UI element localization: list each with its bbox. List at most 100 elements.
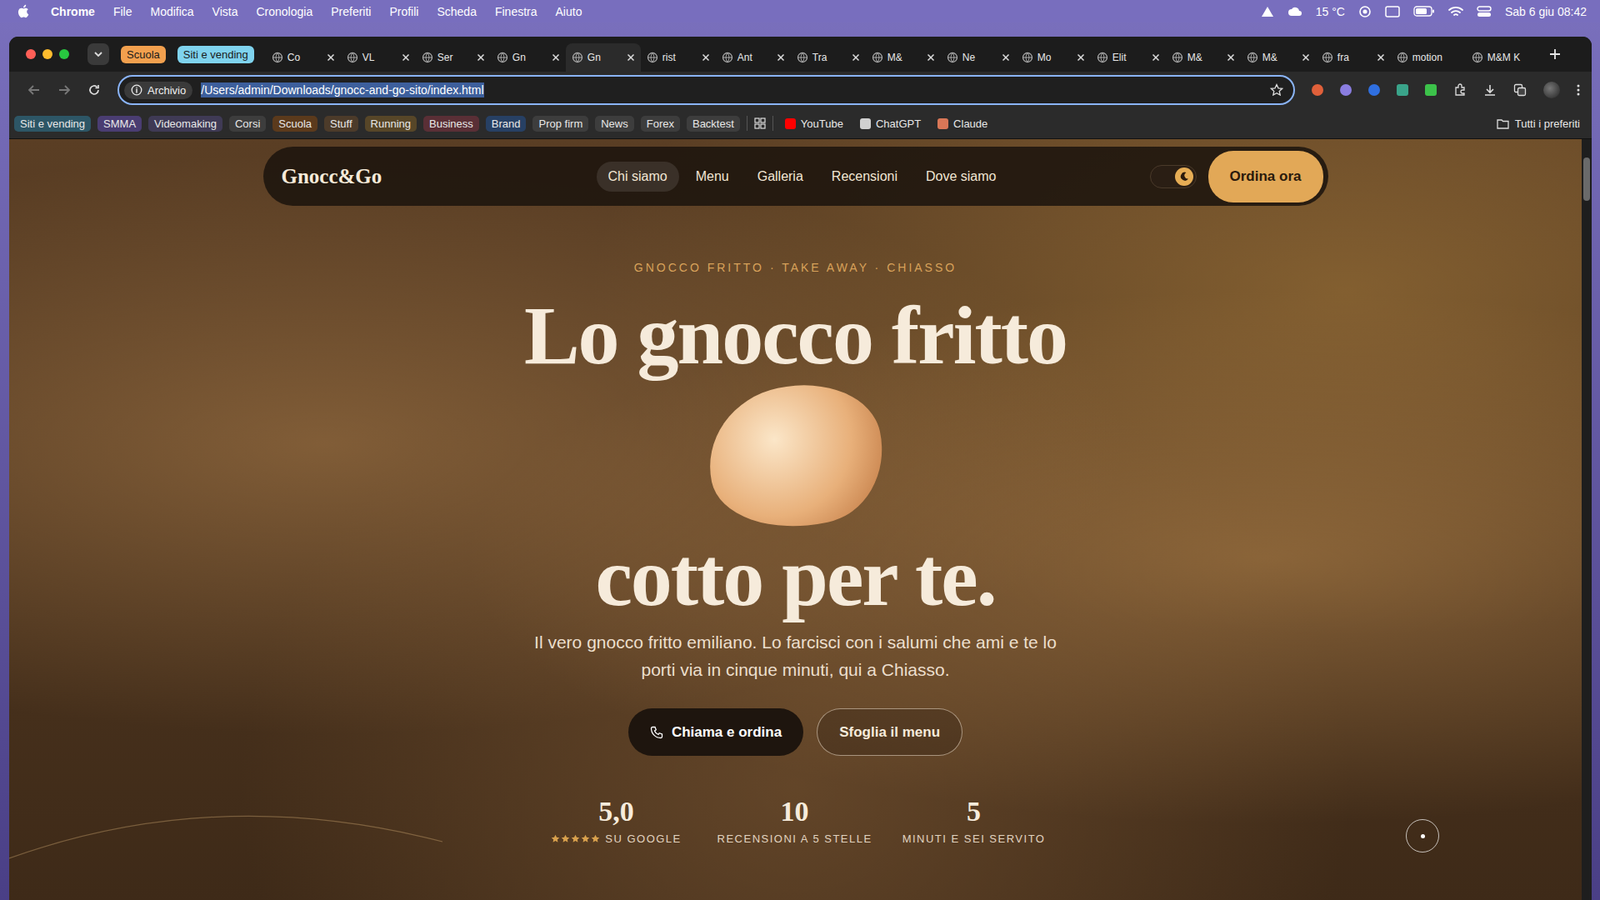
scrollbar[interactable] — [1581, 139, 1592, 900]
close-icon[interactable] — [926, 53, 935, 62]
hero-button[interactable]: Chiama e ordina — [628, 708, 804, 756]
bookmark-folder[interactable]: Brand — [485, 115, 527, 132]
apps-grid-icon[interactable] — [754, 117, 766, 130]
bookmark-folder[interactable]: Corsi — [229, 115, 266, 132]
tab-search-button[interactable] — [87, 43, 110, 65]
tab[interactable]: motion — [1390, 43, 1466, 72]
site-info-chip[interactable]: Archivio — [124, 81, 193, 100]
all-bookmarks[interactable]: Tutti i preferiti — [1496, 117, 1580, 130]
theme-toggle[interactable] — [1150, 165, 1197, 189]
order-button[interactable]: Ordina ora — [1208, 150, 1324, 203]
nav-link[interactable]: Chi siamo — [596, 161, 680, 192]
drive-icon[interactable] — [1260, 5, 1275, 18]
close-icon[interactable] — [626, 53, 635, 62]
tab[interactable]: Co — [265, 43, 341, 72]
cloud-icon[interactable] — [1287, 6, 1303, 17]
apple-icon[interactable] — [16, 4, 30, 19]
scroll-indicator[interactable] — [1405, 819, 1440, 853]
extension-icon[interactable] — [1425, 84, 1437, 96]
logo[interactable]: Gnocc&Go — [281, 165, 597, 189]
menu-item[interactable]: Preferiti — [330, 5, 371, 19]
extension-icon[interactable] — [1311, 84, 1324, 96]
menu-item[interactable]: Scheda — [436, 5, 476, 19]
tab[interactable]: M&M K — [1465, 43, 1541, 72]
scroll-thumb[interactable] — [1583, 157, 1590, 201]
tab[interactable]: M& — [1165, 43, 1241, 72]
back-icon[interactable] — [27, 83, 41, 97]
extension-icon[interactable] — [1340, 84, 1352, 96]
airdrop-icon[interactable] — [1358, 5, 1372, 19]
tab[interactable]: Tra — [790, 43, 866, 72]
tab[interactable]: VL — [340, 43, 416, 72]
menu-item[interactable]: Cronologia — [255, 5, 313, 19]
tab[interactable]: M& — [1240, 43, 1316, 72]
more-icon[interactable] — [1576, 83, 1580, 97]
menu-item[interactable]: Profili — [389, 5, 419, 19]
battery-icon[interactable] — [1413, 5, 1435, 17]
tab[interactable]: M& — [865, 43, 941, 72]
bookmark-link[interactable]: YouTube — [780, 117, 849, 130]
profile-avatar[interactable] — [1543, 81, 1560, 99]
menu-item[interactable]: File — [113, 5, 133, 19]
bookmark-folder[interactable]: Stuff — [324, 115, 359, 132]
nav-link[interactable]: Galleria — [745, 161, 815, 192]
close-icon[interactable] — [1226, 53, 1235, 62]
close-icon[interactable] — [326, 53, 335, 62]
minimize-button[interactable] — [42, 49, 53, 60]
weather[interactable]: 15 °C — [1315, 5, 1345, 19]
bookmark-link[interactable]: ChatGPT — [855, 117, 926, 130]
extension-icon[interactable] — [1368, 84, 1380, 96]
tab[interactable]: Ant — [715, 43, 791, 72]
forward-icon[interactable] — [57, 83, 71, 97]
tab[interactable]: Gn — [565, 43, 641, 72]
zoom-button[interactable] — [59, 49, 70, 60]
nav-link[interactable]: Dove siamo — [914, 161, 1008, 192]
tab-group-chip[interactable]: Siti e vending — [177, 45, 255, 64]
bookmark-folder[interactable]: Siti e vending — [14, 115, 91, 132]
address-bar[interactable]: Archivio /Users/admin/Downloads/gnocc-an… — [117, 75, 1295, 105]
translate-icon[interactable] — [1513, 83, 1527, 97]
hero-button[interactable]: Sfoglia il menu — [816, 708, 963, 756]
tab[interactable]: Gn — [490, 43, 566, 72]
tab-group-chip[interactable]: Scuola — [120, 45, 166, 64]
bookmark-folder[interactable]: Business — [423, 115, 480, 132]
bookmark-folder[interactable]: Backtest — [686, 115, 740, 132]
close-window-button[interactable] — [25, 49, 36, 60]
menu-item[interactable]: Modifica — [150, 5, 194, 19]
menu-item[interactable]: Aiuto — [555, 5, 583, 19]
bookmark-folder[interactable]: Forex — [640, 115, 680, 132]
close-icon[interactable] — [551, 53, 560, 62]
control-center-icon[interactable] — [1476, 5, 1492, 18]
close-icon[interactable] — [1151, 53, 1160, 62]
extension-icon[interactable] — [1396, 84, 1409, 96]
app-menu[interactable]: Chrome — [50, 5, 95, 19]
bookmark-folder[interactable]: Running — [365, 115, 417, 132]
bookmark-link[interactable]: Claude — [932, 117, 993, 130]
bookmark-folder[interactable]: Videomaking — [148, 115, 223, 132]
wifi-icon[interactable] — [1448, 5, 1464, 18]
close-icon[interactable] — [401, 53, 410, 62]
screen-icon[interactable] — [1385, 5, 1400, 18]
menu-item[interactable]: Finestra — [495, 5, 538, 19]
nav-link[interactable]: Recensioni — [820, 161, 910, 192]
tab[interactable]: Elit — [1090, 43, 1166, 72]
close-icon[interactable] — [1001, 53, 1010, 62]
plus-icon[interactable] — [1549, 48, 1561, 60]
reload-icon[interactable] — [87, 83, 101, 97]
tab[interactable]: Ne — [940, 43, 1016, 72]
close-icon[interactable] — [1301, 53, 1310, 62]
bookmark-folder[interactable]: Scuola — [272, 115, 318, 132]
bookmark-folder[interactable]: Prop firm — [532, 115, 589, 132]
close-icon[interactable] — [701, 53, 710, 62]
tab[interactable]: rist — [640, 43, 716, 72]
download-icon[interactable] — [1483, 83, 1497, 97]
bookmark-folder[interactable]: News — [595, 115, 635, 132]
bookmark-star-icon[interactable] — [1270, 83, 1284, 97]
puzzle-icon[interactable] — [1453, 83, 1467, 97]
close-icon[interactable] — [776, 53, 785, 62]
url-text[interactable]: /Users/admin/Downloads/gnocc-and-go-sito… — [200, 82, 484, 98]
tab[interactable]: Ser — [415, 43, 491, 72]
close-icon[interactable] — [1376, 53, 1385, 62]
close-icon[interactable] — [476, 53, 485, 62]
nav-link[interactable]: Menu — [684, 161, 741, 192]
